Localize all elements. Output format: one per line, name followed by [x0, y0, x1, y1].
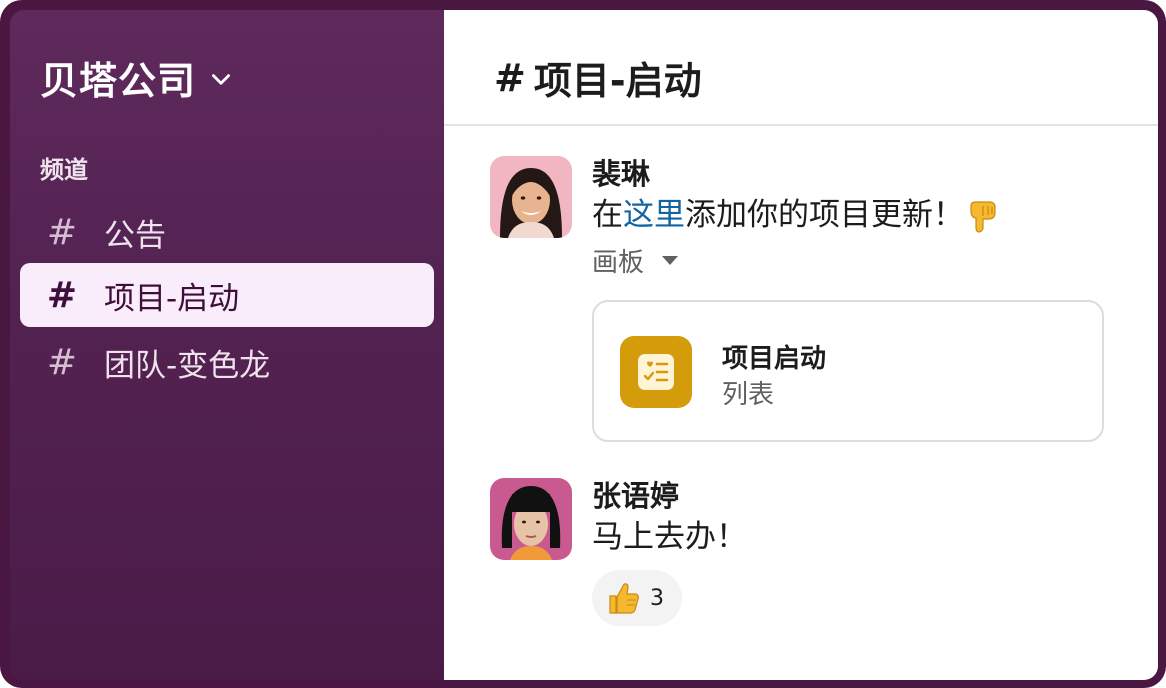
hash-icon: # [46, 341, 78, 383]
message-link[interactable]: 这里 [623, 197, 685, 233]
list-icon [620, 336, 692, 408]
hash-icon: # [46, 211, 78, 253]
message-author[interactable]: 张语婷 [592, 478, 1112, 514]
canvas-card[interactable]: 项目启动 列表 [592, 300, 1104, 442]
reaction-pill[interactable]: 3 [592, 570, 682, 626]
hash-icon: # [494, 55, 526, 100]
canvas-card-subtitle: 列表 [722, 380, 775, 410]
message-author[interactable]: 裴琳 [592, 156, 1112, 192]
avatar-portrait [490, 478, 572, 560]
message-body: 张语婷 马上去办！ 3 [592, 478, 1112, 626]
app-window: 贝塔公司 频道 # 公告 # 项目-启动 # 团队-变色龙 # 项目-启动 裴琳… [0, 0, 1166, 688]
sidebar-item-label: 项目-启动 [104, 280, 240, 317]
channel-header: # 项目-启动 [444, 10, 1158, 126]
channel-view: # 项目-启动 裴琳 在这里添加你的项目更新！ 画板 项目启动 列表 张语婷 马… [444, 10, 1158, 680]
canvas-card-title: 项目启动 [722, 344, 827, 374]
canvas-toggle[interactable]: 画板 [592, 242, 1112, 279]
hash-icon: # [46, 274, 78, 316]
workspace-name: 贝塔公司 [40, 59, 197, 103]
channel-title[interactable]: # 项目-启动 [494, 50, 702, 105]
workspace-switcher[interactable]: 贝塔公司 [40, 50, 234, 105]
channels-section-label: 频道 [40, 156, 88, 184]
canvas-toggle-label: 画板 [592, 248, 645, 278]
sidebar-item-label: 团队-变色龙 [104, 347, 271, 384]
message-text-part: 添加你的项目更新！ [685, 197, 964, 233]
avatar[interactable] [490, 478, 572, 560]
message-text: 马上去办！ [592, 519, 747, 555]
thumbs-up-emoji-icon [609, 583, 639, 614]
avatar[interactable] [490, 156, 572, 238]
sidebar-item-team-chameleon[interactable]: # 团队-变色龙 [20, 330, 434, 394]
sidebar-item-project-kickoff[interactable]: # 项目-启动 [20, 263, 434, 327]
message-body: 裴琳 在这里添加你的项目更新！ 画板 [592, 156, 1112, 279]
caret-down-icon [662, 256, 679, 265]
sidebar-item-announcements[interactable]: # 公告 [20, 200, 434, 264]
message-text: 在这里添加你的项目更新！ [592, 194, 1112, 236]
message-text-part: 在 [592, 197, 623, 233]
channel-title-text: 项目-启动 [533, 59, 702, 103]
pointing-down-emoji-icon [970, 200, 996, 233]
reaction-count: 3 [650, 585, 664, 611]
avatar-portrait [490, 156, 572, 238]
sidebar-item-label: 公告 [104, 217, 166, 254]
chevron-down-icon [212, 73, 231, 85]
sidebar: 贝塔公司 频道 # 公告 # 项目-启动 # 团队-变色龙 [10, 10, 444, 680]
